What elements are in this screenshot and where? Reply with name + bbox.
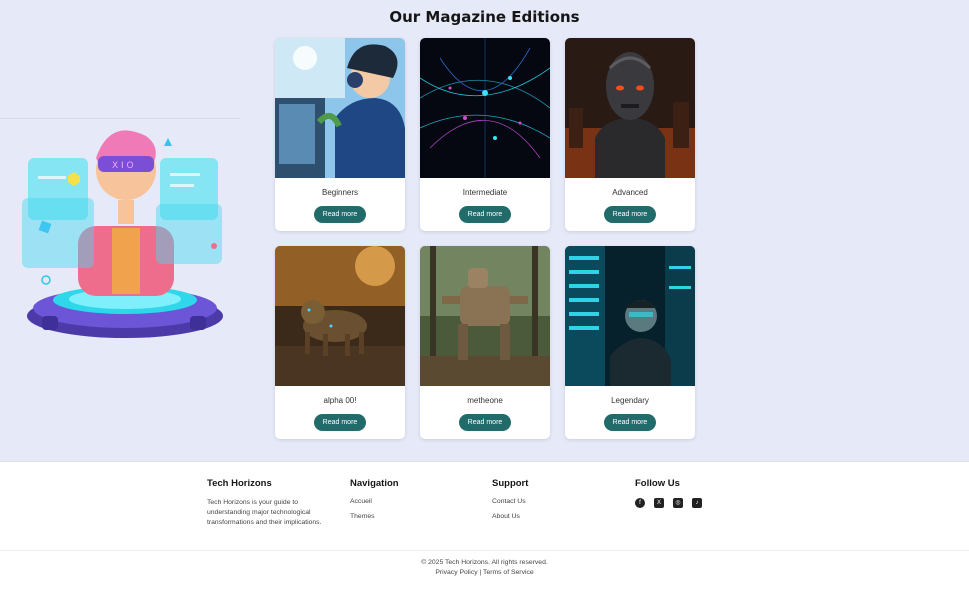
- magazine-card[interactable]: alpha 00! Read more: [275, 246, 405, 439]
- edition-cover-image: [420, 38, 550, 178]
- footer-link-accueil[interactable]: Accueil: [350, 498, 399, 505]
- footer-navigation: Navigation Accueil Themes: [350, 478, 399, 528]
- footer-support-heading: Support: [492, 478, 529, 489]
- edition-cover-image: [275, 246, 405, 386]
- footer: Tech Horizons Tech Horizons is your guid…: [0, 461, 969, 599]
- read-more-button[interactable]: Read more: [314, 206, 366, 223]
- main-section: Our Magazine Editions X I O Beginners Re…: [0, 0, 969, 461]
- edition-cover-image: [275, 38, 405, 178]
- tiktok-icon[interactable]: ♪: [692, 498, 702, 508]
- legal-separator: |: [479, 569, 482, 576]
- read-more-button[interactable]: Read more: [604, 414, 656, 431]
- instagram-icon[interactable]: ◎: [673, 498, 683, 508]
- card-label: Beginners: [321, 188, 359, 197]
- read-more-button[interactable]: Read more: [604, 206, 656, 223]
- footer-navigation-heading: Navigation: [350, 478, 399, 489]
- footer-brand: Tech Horizons Tech Horizons is your guid…: [207, 478, 329, 528]
- vr-hero-illustration: X I O: [20, 118, 240, 348]
- svg-text:X I O: X I O: [112, 161, 134, 171]
- read-more-button[interactable]: Read more: [314, 414, 366, 431]
- magazine-card[interactable]: Beginners Read more: [275, 38, 405, 231]
- card-label: Intermediate: [462, 188, 508, 197]
- card-label: Legendary: [611, 396, 649, 405]
- edition-cover-image: [565, 38, 695, 178]
- page-title: Our Magazine Editions: [389, 8, 580, 26]
- footer-link-themes[interactable]: Themes: [350, 513, 399, 520]
- x-icon[interactable]: X: [654, 498, 664, 508]
- magazine-card[interactable]: Intermediate Read more: [420, 38, 550, 231]
- footer-follow-heading: Follow Us: [635, 478, 680, 489]
- edition-cover-image: [565, 246, 695, 386]
- privacy-policy-link[interactable]: Privacy Policy: [435, 569, 477, 576]
- footer-follow: Follow Us f X ◎ ♪: [635, 478, 702, 508]
- edition-cover-image: [420, 246, 550, 386]
- read-more-button[interactable]: Read more: [459, 414, 511, 431]
- read-more-button[interactable]: Read more: [459, 206, 511, 223]
- terms-of-service-link[interactable]: Terms of Service: [483, 569, 534, 576]
- legal-links: Privacy Policy | Terms of Service: [0, 569, 969, 576]
- social-links: f X ◎ ♪: [635, 498, 702, 508]
- card-label: alpha 00!: [323, 396, 357, 405]
- magazine-card[interactable]: metheone Read more: [420, 246, 550, 439]
- footer-brand-heading: Tech Horizons: [207, 478, 272, 489]
- magazine-card[interactable]: Advanced Read more: [565, 38, 695, 231]
- footer-link-about-us[interactable]: About Us: [492, 513, 528, 520]
- card-label: Advanced: [612, 188, 648, 197]
- footer-divider: [0, 550, 969, 551]
- facebook-icon[interactable]: f: [635, 498, 645, 508]
- card-label: metheone: [467, 396, 503, 405]
- magazine-card[interactable]: Legendary Read more: [565, 246, 695, 439]
- footer-link-contact-us[interactable]: Contact Us: [492, 498, 528, 505]
- footer-support: Support Contact Us About Us: [492, 478, 528, 528]
- footer-brand-description: Tech Horizons is your guide to understan…: [207, 499, 322, 526]
- copyright: © 2025 Tech Horizons. All rights reserve…: [421, 559, 548, 566]
